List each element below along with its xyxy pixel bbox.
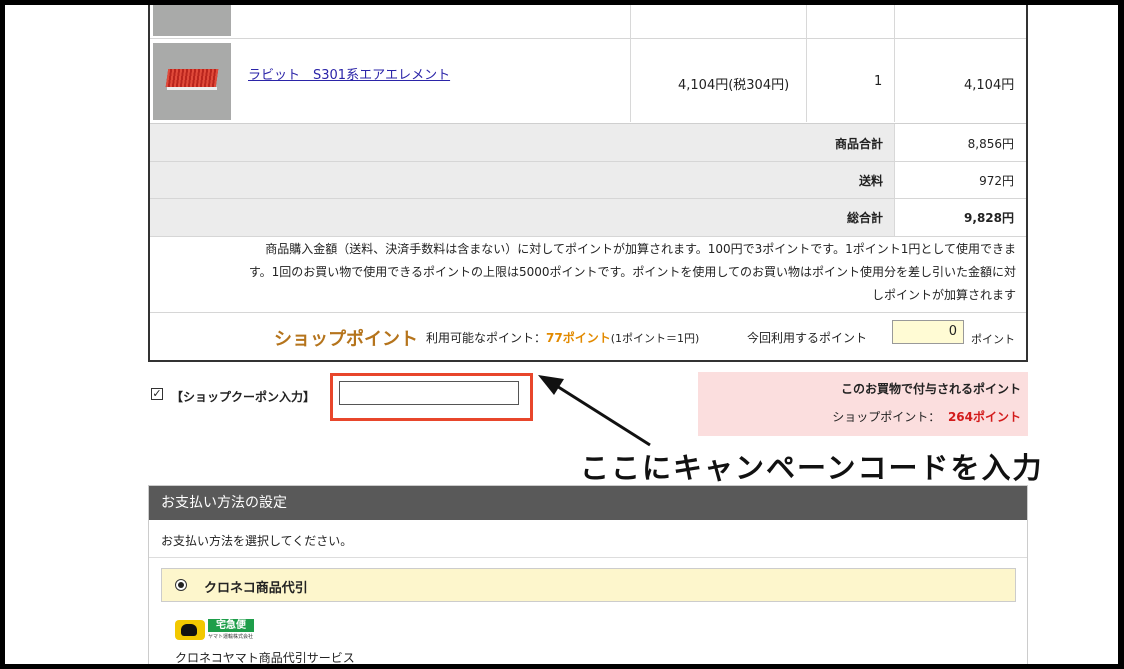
cat-icon	[175, 620, 205, 640]
payment-option-label: クロネコ商品代引	[204, 581, 308, 596]
payment-panel: お支払い方法の設定 お支払い方法を選択してください。 クロネコ商品代引 宅急便 …	[148, 485, 1028, 664]
shop-point-logo: ショップポイント	[274, 329, 418, 350]
earned-points-value: 264ポイント	[947, 410, 1021, 424]
coupon-label: 【ショップクーポン入力】	[171, 390, 316, 404]
subtotal-value: 8,856円	[967, 137, 1014, 151]
cart-table: ラビット S301系エアエレメント 4,104円(税304円) 1 4,104円…	[148, 5, 1028, 362]
page-canvas: ラビット S301系エアエレメント 4,104円(税304円) 1 4,104円…	[5, 5, 1118, 664]
product-name-link[interactable]: ラビット S301系エアエレメント	[248, 64, 450, 83]
earned-points-line: ショップポイント： 264ポイント	[832, 410, 1021, 424]
use-points-input[interactable]: 0	[892, 320, 964, 344]
yamato-small-text: ヤマト運輸株式会社	[208, 634, 254, 640]
payment-service-text: クロネコヤマト商品代引サービス	[175, 651, 355, 664]
subtotal-label: 商品合計	[834, 137, 883, 151]
grand-total-value: 9,828円	[964, 211, 1014, 225]
payment-option-cod[interactable]: クロネコ商品代引	[161, 568, 1016, 602]
points-unit: ポイント	[971, 333, 1015, 346]
takkyubin-badge: 宅急便	[208, 619, 254, 632]
point-rate: (1ポイント＝1円)	[610, 332, 700, 345]
annotation-callout: ここにキャンペーンコードを入力	[580, 451, 1044, 485]
available-points: 利用可能なポイント：77ポイント(1ポイント＝1円)	[426, 331, 700, 345]
available-points-value: 77ポイント	[546, 331, 611, 345]
shipping-value: 972円	[979, 174, 1014, 188]
product-price: 4,104円(税304円)	[678, 78, 790, 93]
use-points-label: 今回利用するポイント	[747, 331, 868, 345]
kuroneko-logo: 宅急便 ヤマト運輸株式会社	[175, 618, 261, 644]
payment-header: お支払い方法の設定	[149, 486, 1027, 520]
product-quantity: 1	[874, 74, 883, 89]
grand-total-label: 総合計	[846, 211, 883, 225]
payment-instruction: お支払い方法を選択してください。	[161, 534, 353, 548]
air-element-image	[165, 69, 219, 87]
product-thumbnail[interactable]	[153, 43, 231, 120]
annotation-arrow	[538, 375, 651, 447]
product-thumbnail-previous	[153, 5, 231, 36]
coupon-checkbox[interactable]: ✓	[151, 388, 163, 400]
earned-points-panel: このお買物で付与されるポイント ショップポイント： 264ポイント	[698, 372, 1028, 436]
payment-option-radio[interactable]	[175, 579, 187, 591]
coupon-input[interactable]	[339, 381, 519, 405]
shipping-label: 送料	[858, 174, 883, 188]
earned-points-title: このお買物で付与されるポイント	[840, 382, 1021, 396]
points-note: 商品購入金額（送料、決済手数料は含まない）に対してポイントが加算されます。100…	[248, 242, 1016, 302]
product-subtotal: 4,104円	[964, 78, 1015, 93]
